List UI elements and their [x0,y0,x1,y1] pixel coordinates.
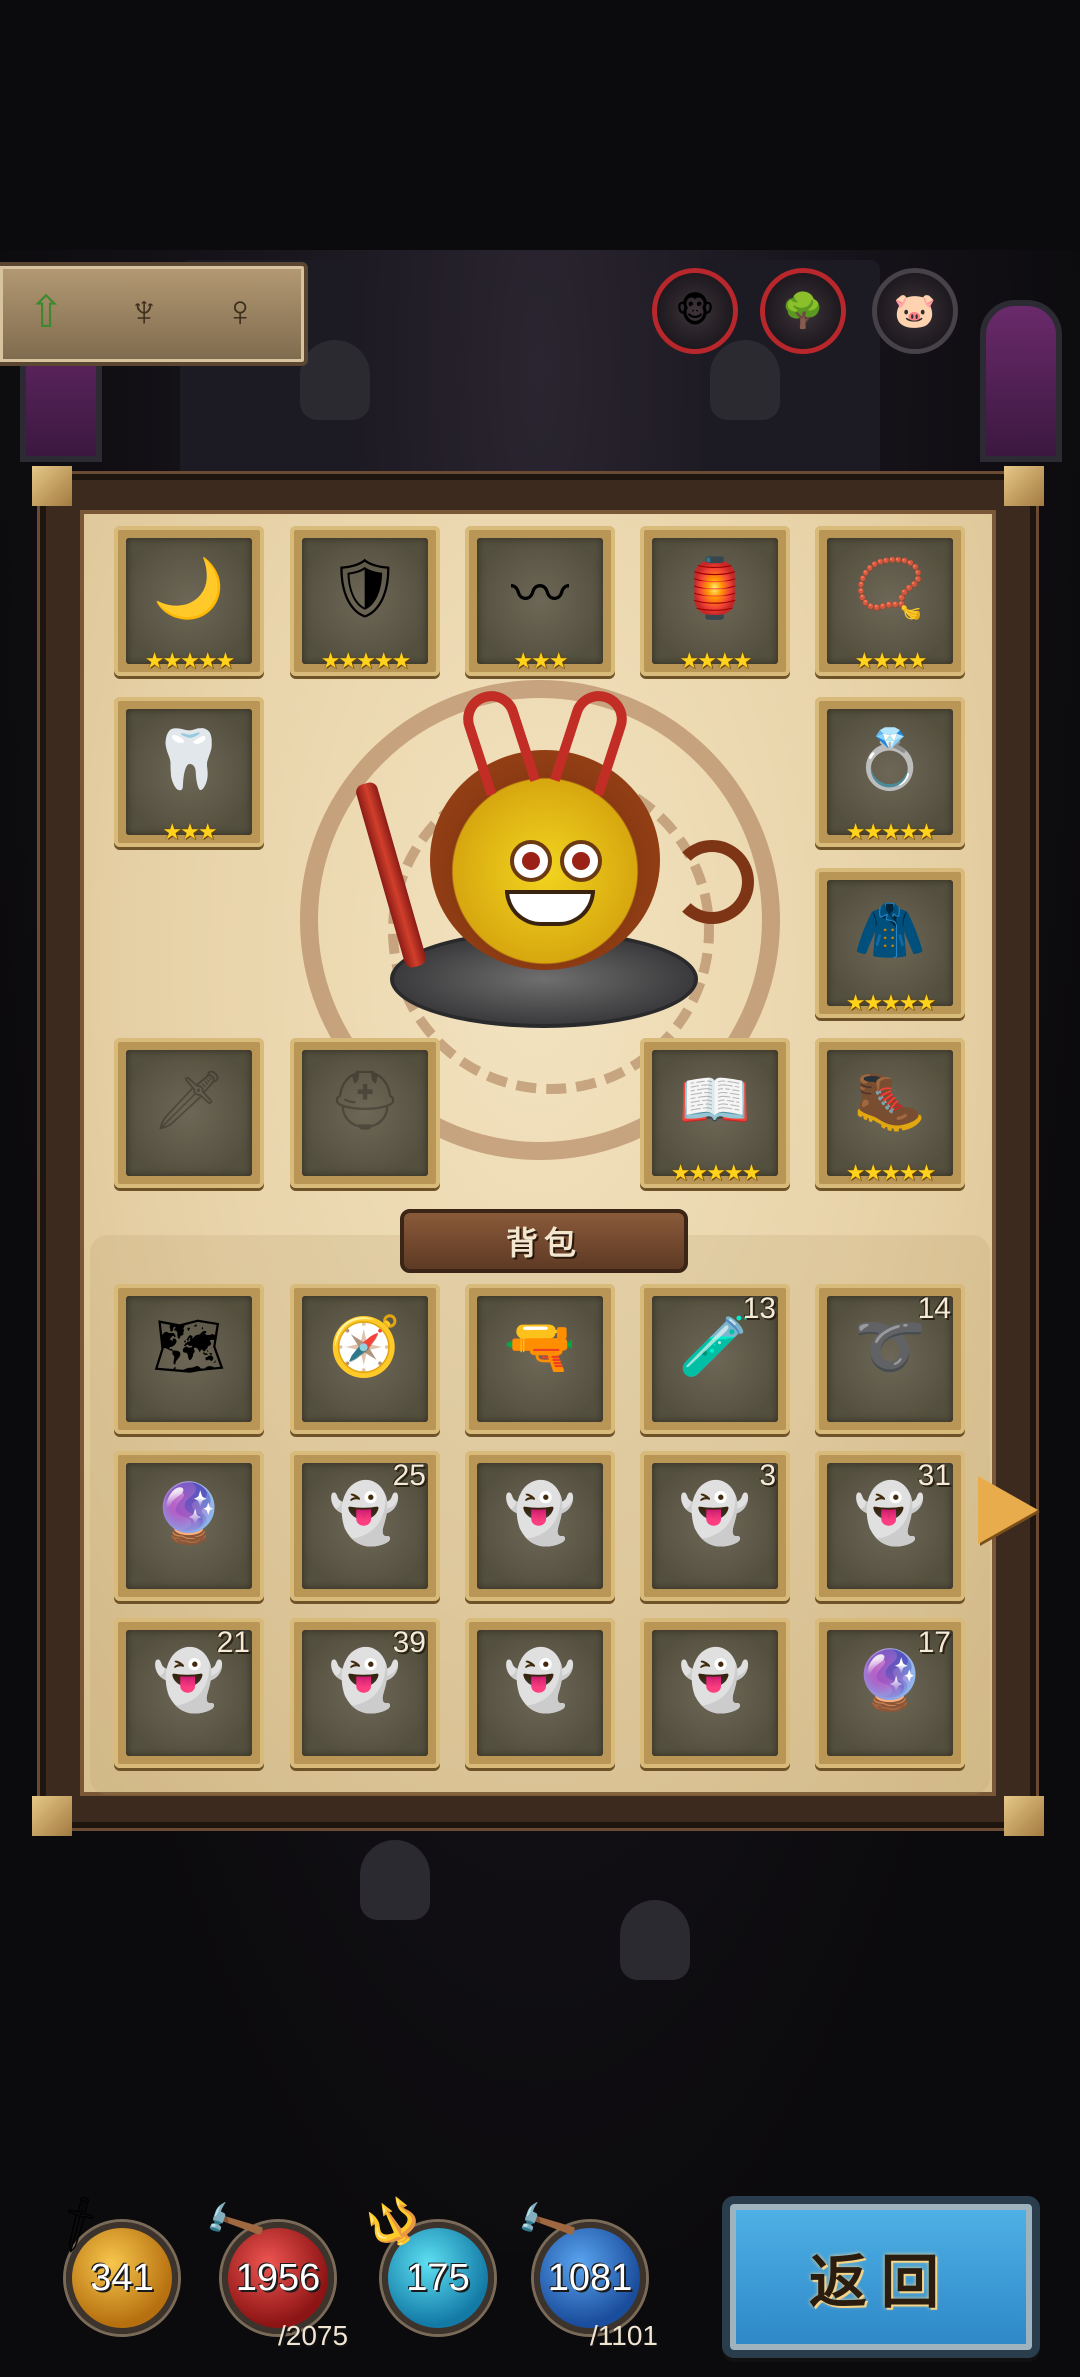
monkey-king-gumball-icon[interactable] [354,690,760,1030]
compass-icon: 🧭 [328,1314,402,1379]
item-count: 21 [216,1626,250,1659]
gem-ring-icon: 💍 [853,727,927,792]
energy-value: 1081 [547,2256,633,2299]
energy-resource: 1081 /1101 🔨 [511,2190,658,2351]
backpack-slot[interactable]: 🧪 13 [640,1284,790,1434]
sleeping-figure-icon[interactable]: ♀ [208,280,272,344]
sword-icon: 🗡 [152,1068,226,1133]
cloak-icon: 🧥 [853,898,927,963]
health-resource: 1956 /2075 🔨 [199,2190,348,2351]
item-count: 31 [917,1459,951,1492]
monkey-face-icon[interactable]: 🐵 [652,268,738,354]
equip-slot-gem-ring[interactable]: 💍 ★★★★★ [815,697,965,847]
spellbook-icon: 📖 [678,1068,752,1133]
skull-decoration-floor [360,1840,430,1920]
panel-corner-bl [32,1796,72,1836]
skull-decoration-left [300,340,370,420]
equip-slot-amulet[interactable]: 📿 ★★★★ [815,526,965,676]
equip-slot-helmet[interactable]: ⛑ [290,1038,440,1188]
pig-icon[interactable]: 🐷 [872,268,958,354]
equip-slot-lantern[interactable]: 🏮 ★★★★ [640,526,790,676]
backpack-slot[interactable]: 👻 39 [290,1618,440,1768]
ghost-icon: 👻 [503,1648,577,1713]
star-rating: ★★★★★ [845,819,937,844]
equip-slot-boots[interactable]: 🥾 ★★★★★ [815,1038,965,1188]
health-max: /2075 [278,2320,349,2351]
panel-corner-br [1004,1796,1044,1836]
panel-corner-tr [1004,466,1044,506]
star-rating: ★★★★ [854,648,928,673]
next-page-arrow-icon[interactable] [978,1476,1038,1544]
item-count: 25 [392,1459,426,1492]
panel-corner-tl [32,466,72,506]
star-rating: ★★★ [513,648,568,673]
status-strip: ⇧ ♆ ♀ [0,262,308,366]
star-rating: ★★★ [162,819,217,844]
gold-resource: 341 🗡 [43,2190,186,2342]
equip-slot-cloak[interactable]: 🧥 ★★★★★ [815,868,965,1018]
backpack-slot[interactable]: 👻 [465,1618,615,1768]
skull-decoration-right [710,340,780,420]
red-orb-icon: 🔮 [152,1481,226,1546]
energy-max: /1101 [590,2320,658,2351]
ghost-icon: 👻 [678,1648,752,1713]
backpack-slot[interactable]: 🗺 [114,1284,264,1434]
star-rating: ★★★★★ [670,1160,762,1185]
equip-slot-weapon[interactable]: 🗡 [114,1038,264,1188]
lantern-icon: 🏮 [678,556,752,621]
boots-icon: 🥾 [853,1068,927,1133]
star-rating: ★★★★★ [845,990,937,1015]
item-count: 39 [392,1626,426,1659]
backpack-title: 背包 [400,1209,688,1273]
backpack-slot[interactable]: 👻 3 [640,1451,790,1601]
ghost-icon: 👻 [503,1481,577,1546]
backpack-slot[interactable]: 👻 21 [114,1618,264,1768]
candelabra-icon[interactable]: ♆ [112,280,176,344]
item-count: 3 [759,1459,776,1492]
backpack-slot[interactable]: 🔮 17 [815,1618,965,1768]
return-button[interactable]: 返回 [722,2196,1040,2358]
gold-value: 341 [90,2256,154,2299]
backpack-slot[interactable]: 👻 25 [290,1451,440,1601]
star-rating: ★★★★ [679,648,753,673]
gold-bracelet-icon: 〰 [510,562,569,627]
mana-value: 175 [406,2256,470,2299]
crescent-ring-icon: 🌙 [152,556,226,621]
armor-icon: 🛡 [328,556,402,621]
backpack-slot[interactable]: ➰ 14 [815,1284,965,1434]
equip-slot-ring[interactable]: 🌙 ★★★★★ [114,526,264,676]
equip-slot-bracelet[interactable]: 〰 ★★★ [465,526,615,676]
item-count: 14 [917,1292,951,1325]
stained-window-right [980,300,1062,462]
health-value: 1956 [235,2256,321,2299]
item-count: 17 [917,1626,951,1659]
star-rating: ★★★★★ [845,1160,937,1185]
equip-slot-armor[interactable]: 🛡 ★★★★★ [290,526,440,676]
backpack-slot[interactable]: 👻 31 [815,1451,965,1601]
hero-eye-right [560,840,602,882]
arrow-up-icon[interactable]: ⇧ [14,280,78,344]
hero-headband [470,690,620,780]
pistol-icon: 🔫 [503,1314,577,1379]
hero-eye-left [510,840,552,882]
backpack-slot[interactable]: 🔮 [114,1451,264,1601]
backpack-slot[interactable]: 👻 [465,1451,615,1601]
star-rating: ★★★★★ [144,648,236,673]
skull-decoration-floor-2 [620,1900,690,1980]
equip-slot-belt[interactable]: 🦷 ★★★ [114,697,264,847]
backpack-slot[interactable]: 🔫 [465,1284,615,1434]
helmet-icon: ⛑ [328,1068,402,1133]
tree-monster-icon[interactable]: 🌳 [760,268,846,354]
mana-resource: 175 🔱 [359,2190,502,2342]
backpack-slot[interactable]: 👻 [640,1618,790,1768]
fang-belt-icon: 🦷 [152,727,226,792]
amulet-icon: 📿 [853,556,927,621]
star-rating: ★★★★★ [320,648,412,673]
treasure-map-icon: 🗺 [152,1314,226,1379]
item-count: 13 [742,1292,776,1325]
hero-tail [670,840,754,924]
equip-slot-book[interactable]: 📖 ★★★★★ [640,1038,790,1188]
backpack-slot[interactable]: 🧭 [290,1284,440,1434]
